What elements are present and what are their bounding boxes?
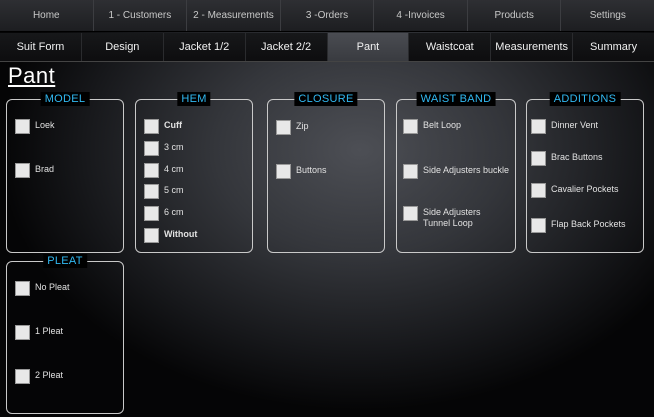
option-flap-back-pockets[interactable]: Flap Back Pockets <box>531 218 626 233</box>
waist-band-panel: WAIST BAND Belt Loop Side Adjusters buck… <box>396 92 516 253</box>
option-label: Side Adjusters Tunnel Loop <box>423 207 481 228</box>
option-label: Side Adjusters buckle <box>423 165 510 175</box>
option-6cm[interactable]: 6 cm <box>144 206 184 221</box>
checkbox[interactable] <box>144 119 159 134</box>
option-4cm[interactable]: 4 cm <box>144 163 184 178</box>
tab-jacket-1[interactable]: Jacket 1/2 <box>164 33 246 61</box>
option-cuff[interactable]: Cuff <box>144 119 182 134</box>
option-brad[interactable]: Brad <box>15 163 54 178</box>
checkbox[interactable] <box>531 218 546 233</box>
option-label: Without <box>164 229 198 239</box>
option-label: Buttons <box>296 165 327 175</box>
option-label: Brac Buttons <box>551 152 603 162</box>
checkbox[interactable] <box>403 206 418 221</box>
option-dinner-vent[interactable]: Dinner Vent <box>531 119 598 134</box>
option-label: Cavalier Pockets <box>551 184 619 194</box>
checkbox[interactable] <box>276 120 291 135</box>
checkbox[interactable] <box>144 163 159 178</box>
option-label: Flap Back Pockets <box>551 219 626 229</box>
checkbox[interactable] <box>144 141 159 156</box>
option-zip[interactable]: Zip <box>276 120 309 135</box>
nav-orders[interactable]: 3 -Orders <box>281 0 375 31</box>
tab-measurements[interactable]: Measurements <box>491 33 574 61</box>
closure-panel-title: CLOSURE <box>294 92 358 106</box>
option-belt-loop[interactable]: Belt Loop <box>403 119 461 134</box>
option-2-pleat[interactable]: 2 Pleat <box>15 369 63 384</box>
page-title: Pant <box>8 63 56 88</box>
pleat-panel: PLEAT No Pleat 1 Pleat 2 Pleat <box>6 254 124 414</box>
option-label: 5 cm <box>164 185 184 195</box>
checkbox[interactable] <box>144 206 159 221</box>
option-label: Dinner Vent <box>551 120 599 130</box>
option-cavalier-pockets[interactable]: Cavalier Pockets <box>531 183 619 198</box>
nav-products[interactable]: Products <box>468 0 562 31</box>
waist-band-panel-title: WAIST BAND <box>416 92 496 106</box>
option-1-pleat[interactable]: 1 Pleat <box>15 325 63 340</box>
option-label: Cuff <box>164 120 182 130</box>
checkbox[interactable] <box>531 151 546 166</box>
checkbox[interactable] <box>15 163 30 178</box>
option-side-adjusters-tunnel-loop[interactable]: Side Adjusters Tunnel Loop <box>403 206 481 229</box>
closure-panel: CLOSURE Zip Buttons <box>267 92 385 253</box>
nav-invoices[interactable]: 4 -Invoices <box>374 0 468 31</box>
option-3cm[interactable]: 3 cm <box>144 141 184 156</box>
option-label: 2 Pleat <box>35 370 64 380</box>
top-navigation: Home 1 - Customers 2 - Measurements 3 -O… <box>0 0 654 32</box>
option-label: Brad <box>35 164 55 174</box>
option-buttons[interactable]: Buttons <box>276 164 327 179</box>
option-label: 4 cm <box>164 164 184 174</box>
tab-suit-form[interactable]: Suit Form <box>0 33 82 61</box>
option-label: 1 Pleat <box>35 326 64 336</box>
option-loek[interactable]: Loek <box>15 119 55 134</box>
model-panel-title: MODEL <box>40 92 90 106</box>
tab-jacket-2[interactable]: Jacket 2/2 <box>246 33 328 61</box>
option-label: 3 cm <box>164 142 184 152</box>
option-label: 6 cm <box>164 207 184 217</box>
option-label: Belt Loop <box>423 120 462 130</box>
nav-customers[interactable]: 1 - Customers <box>94 0 188 31</box>
checkbox[interactable] <box>15 119 30 134</box>
pleat-panel-title: PLEAT <box>43 254 87 268</box>
checkbox[interactable] <box>144 228 159 243</box>
checkbox[interactable] <box>15 281 30 296</box>
checkbox[interactable] <box>403 164 418 179</box>
checkbox[interactable] <box>531 183 546 198</box>
additions-panel: ADDITIONS Dinner Vent Brac Buttons Caval… <box>526 92 644 253</box>
form-tab-bar: Suit Form Design Jacket 1/2 Jacket 2/2 P… <box>0 33 654 62</box>
nav-measurements[interactable]: 2 - Measurements <box>187 0 281 31</box>
checkbox[interactable] <box>403 119 418 134</box>
hem-panel: HEM Cuff 3 cm 4 cm 5 cm 6 cm Without <box>135 92 253 253</box>
additions-panel-title: ADDITIONS <box>549 92 621 106</box>
hem-panel-title: HEM <box>177 92 211 106</box>
option-label: Zip <box>296 121 309 131</box>
option-no-pleat[interactable]: No Pleat <box>15 281 70 296</box>
checkbox[interactable] <box>531 119 546 134</box>
checkbox[interactable] <box>144 184 159 199</box>
checkbox[interactable] <box>15 369 30 384</box>
checkbox[interactable] <box>15 325 30 340</box>
model-panel: MODEL Loek Brad <box>6 92 124 253</box>
option-label: No Pleat <box>35 282 70 292</box>
tab-pant[interactable]: Pant <box>327 33 410 61</box>
option-brac-buttons[interactable]: Brac Buttons <box>531 151 603 166</box>
nav-home[interactable]: Home <box>0 0 94 31</box>
tab-summary[interactable]: Summary <box>573 33 654 61</box>
option-5cm[interactable]: 5 cm <box>144 184 184 199</box>
option-label: Loek <box>35 120 55 130</box>
nav-settings[interactable]: Settings <box>561 0 654 31</box>
checkbox[interactable] <box>276 164 291 179</box>
tab-waistcoat[interactable]: Waistcoat <box>409 33 492 61</box>
option-side-adjusters-buckle[interactable]: Side Adjusters buckle <box>403 164 509 179</box>
tab-design[interactable]: Design <box>82 33 164 61</box>
option-without[interactable]: Without <box>144 228 197 243</box>
